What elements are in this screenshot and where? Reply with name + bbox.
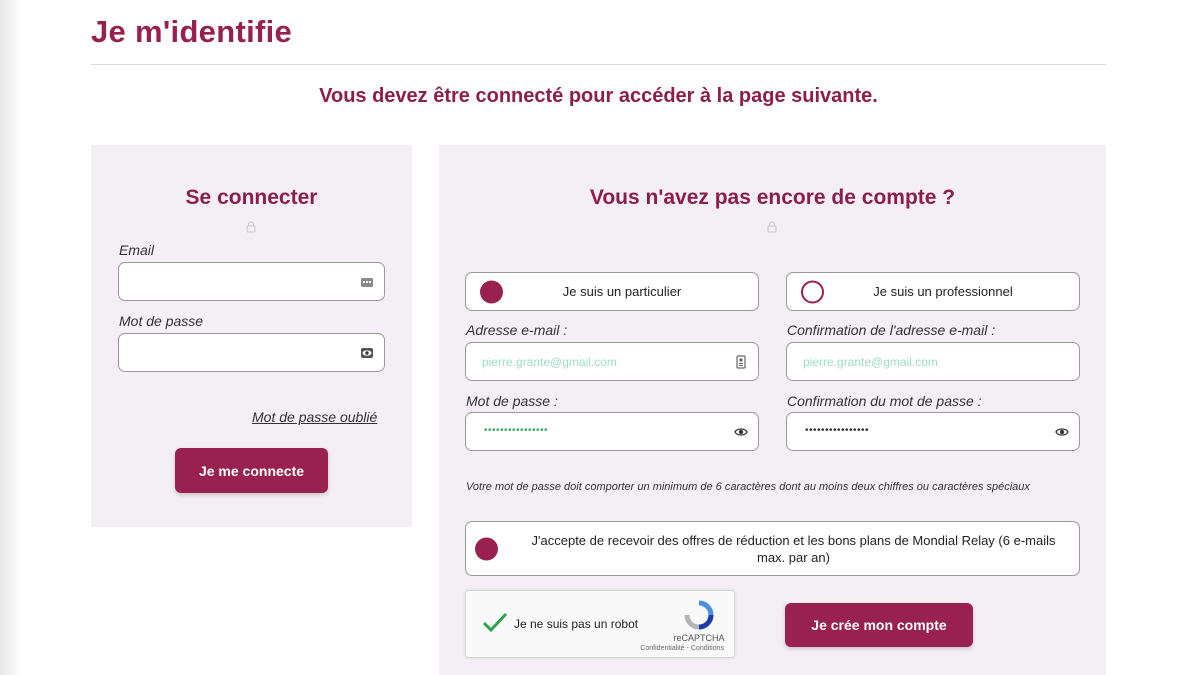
account-type-label: Je suis un professionnel bbox=[873, 284, 1013, 299]
account-type-label: Je suis un particulier bbox=[562, 284, 682, 299]
register-password-field[interactable]: •••••••••••••••• bbox=[465, 412, 759, 451]
register-email-confirm-input[interactable] bbox=[787, 343, 1079, 380]
login-email-field[interactable] bbox=[118, 262, 385, 301]
autofill-card-icon[interactable] bbox=[360, 275, 374, 289]
register-email-input[interactable] bbox=[466, 343, 758, 380]
window-edge-shadow bbox=[0, 0, 22, 675]
lock-icon bbox=[246, 221, 256, 233]
register-password-label: Mot de passe : bbox=[466, 393, 558, 409]
newsletter-optin[interactable]: J'accepte de recevoir des offres de rédu… bbox=[465, 521, 1080, 576]
recaptcha-logo-icon bbox=[684, 600, 714, 630]
login-required-notice: Vous devez être connecté pour accéder à … bbox=[319, 85, 878, 107]
login-password-label: Mot de passe bbox=[119, 313, 204, 329]
login-password-input[interactable] bbox=[119, 334, 384, 371]
contact-card-icon[interactable] bbox=[734, 354, 748, 369]
account-type-individual[interactable]: Je suis un particulier bbox=[465, 272, 759, 311]
register-email-confirm-label: Confirmation de l'adresse e-mail : bbox=[787, 322, 996, 338]
account-type-professional[interactable]: Je suis un professionnel bbox=[786, 272, 1080, 311]
register-password-confirm-field[interactable]: •••••••••••••••• bbox=[786, 412, 1080, 451]
title-divider bbox=[91, 64, 1106, 65]
eye-icon[interactable] bbox=[360, 346, 374, 360]
register-email-field[interactable] bbox=[465, 342, 759, 381]
recaptcha-label[interactable]: Je ne suis pas un robot bbox=[514, 617, 638, 631]
optin-label: J'accepte de recevoir des offres de rédu… bbox=[531, 533, 1056, 565]
page-title: Je m'identifie bbox=[91, 14, 293, 49]
optin-checked-icon[interactable] bbox=[475, 537, 498, 560]
register-password-confirm-label: Confirmation du mot de passe : bbox=[787, 393, 982, 409]
register-password-value[interactable]: •••••••••••••••• bbox=[484, 425, 548, 436]
checkmark-icon[interactable] bbox=[481, 611, 509, 635]
eye-icon[interactable] bbox=[734, 425, 748, 439]
forgot-password-link[interactable]: Mot de passe oublié bbox=[252, 409, 377, 425]
register-email-label: Adresse e-mail : bbox=[466, 322, 568, 338]
recaptcha-widget: Je ne suis pas un robot reCAPTCHA Confid… bbox=[465, 590, 735, 658]
recaptcha-brand: reCAPTCHA bbox=[673, 633, 725, 643]
login-email-input[interactable] bbox=[119, 263, 384, 300]
login-email-label: Email bbox=[119, 242, 155, 258]
register-email-confirm-field[interactable] bbox=[786, 342, 1080, 381]
login-title: Se connecter bbox=[185, 186, 318, 209]
register-title: Vous n'avez pas encore de compte ? bbox=[589, 186, 956, 209]
login-password-field[interactable] bbox=[118, 333, 385, 372]
recaptcha-links[interactable]: Confidentialité - Conditions bbox=[626, 645, 732, 652]
password-requirements-hint: Votre mot de passe doit comporter un min… bbox=[466, 481, 1030, 493]
register-password-confirm-value[interactable]: •••••••••••••••• bbox=[805, 425, 869, 436]
create-account-button[interactable]: Je crée mon compte bbox=[785, 603, 973, 647]
lock-icon bbox=[767, 221, 777, 233]
eye-icon[interactable] bbox=[1055, 425, 1069, 439]
login-button[interactable]: Je me connecte bbox=[175, 448, 328, 493]
